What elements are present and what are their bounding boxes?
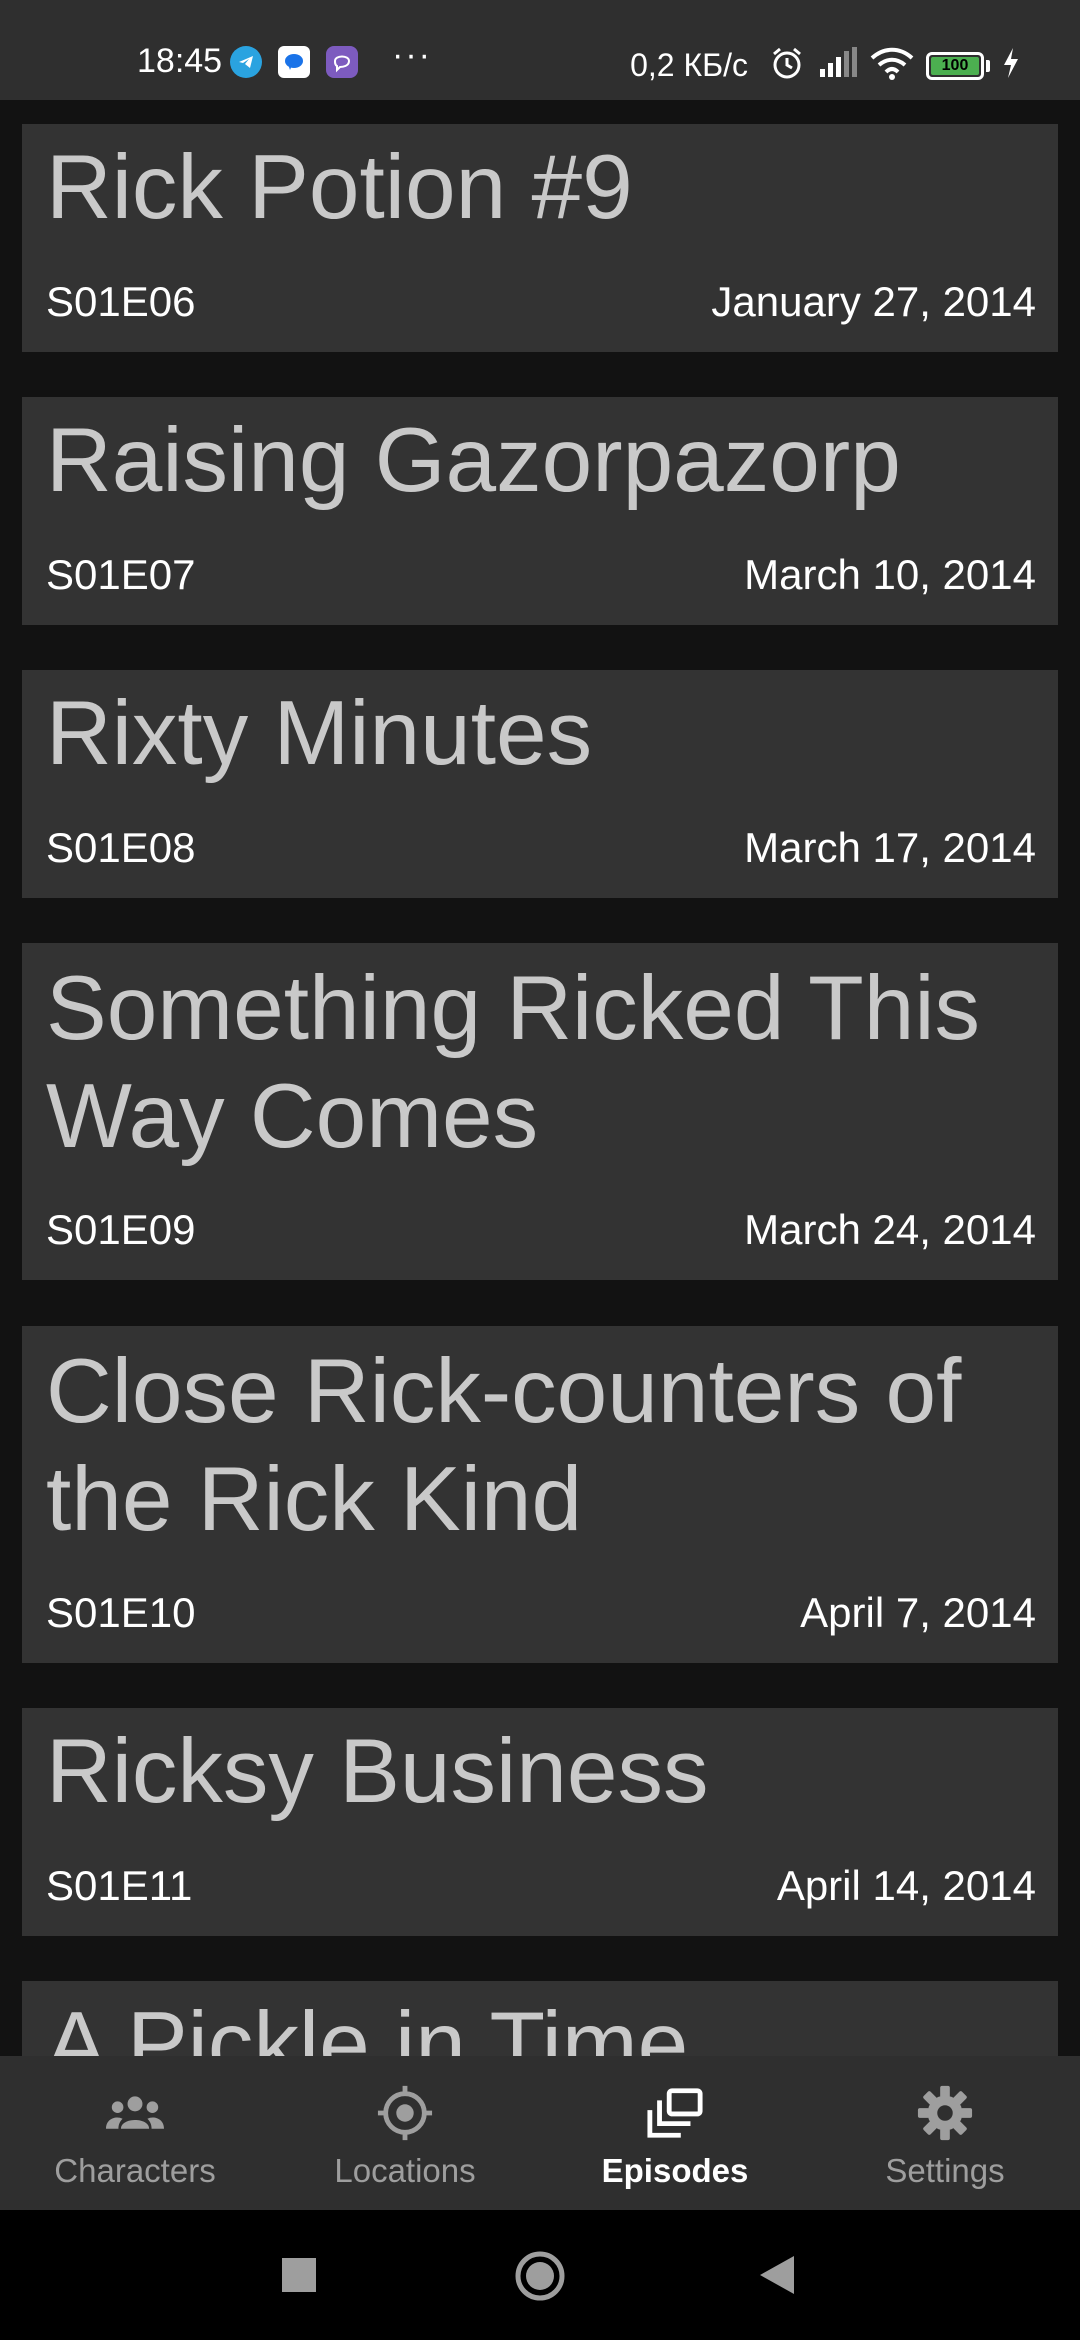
recent-apps-button[interactable] [282, 2258, 316, 2297]
episode-card[interactable]: A Pickle in Time [22, 1981, 1058, 2056]
episodes-stack-icon [646, 2084, 704, 2142]
episode-card[interactable]: Ricksy Business S01E11 April 14, 2014 [22, 1708, 1058, 1936]
episode-title: Rixty Minutes [46, 683, 593, 784]
notification-icons: ··· [230, 36, 432, 78]
telegram-icon [230, 46, 262, 78]
nav-characters-label: Characters [54, 2152, 216, 2189]
status-right: 0,2 КБ/с 100 [630, 44, 1020, 87]
people-icon [106, 2084, 164, 2142]
episode-card[interactable]: Raising Gazorpazorp S01E07 March 10, 201… [22, 397, 1058, 625]
nav-episodes[interactable]: Episodes [540, 2056, 810, 2210]
location-target-icon [376, 2084, 434, 2142]
nav-locations[interactable]: Locations [270, 2056, 540, 2210]
nav-characters[interactable]: Characters [0, 2056, 270, 2210]
episode-title: Rick Potion #9 [46, 137, 633, 238]
episode-code: S01E10 [46, 1589, 196, 1636]
signal-icon [818, 47, 858, 84]
episode-code: S01E11 [46, 1862, 193, 1909]
nav-episodes-label: Episodes [601, 2152, 749, 2189]
episode-code: S01E06 [46, 278, 196, 325]
episode-title: Something Ricked This Way Comes [46, 958, 981, 1167]
episode-code: S01E07 [46, 551, 196, 598]
episode-air-date: March 17, 2014 [744, 824, 1036, 871]
episode-air-date: March 10, 2014 [744, 551, 1036, 598]
episode-air-date: March 24, 2014 [744, 1206, 1036, 1253]
viber-icon [326, 46, 358, 78]
gear-icon [916, 2084, 974, 2142]
episode-code: S01E09 [46, 1206, 196, 1253]
episode-air-date: April 7, 2014 [800, 1589, 1036, 1636]
network-speed: 0,2 КБ/с [630, 47, 748, 83]
alarm-icon [768, 44, 806, 87]
more-notifications-icon: ··· [392, 35, 432, 74]
status-bar: 18:45 ··· 0,2 КБ/с 100 [0, 0, 1080, 100]
episode-air-date: January 27, 2014 [711, 278, 1036, 325]
episode-list[interactable]: Rick Potion #9 S01E06 January 27, 2014 R… [0, 100, 1080, 2056]
nav-settings[interactable]: Settings [810, 2056, 1080, 2210]
home-button[interactable] [514, 2250, 566, 2307]
messages-icon [278, 46, 310, 78]
episode-title: Close Rick-counters of the Rick Kind [46, 1341, 962, 1550]
nav-locations-label: Locations [334, 2152, 476, 2189]
episode-title: Raising Gazorpazorp [46, 410, 901, 511]
status-time: 18:45 [137, 42, 223, 80]
nav-settings-label: Settings [885, 2152, 1005, 2189]
charging-icon [1002, 48, 1020, 83]
episode-card[interactable]: Rick Potion #9 S01E06 January 27, 2014 [22, 124, 1058, 352]
episode-code: S01E08 [46, 824, 196, 871]
episode-title: Ricksy Business [46, 1721, 709, 1822]
episode-card[interactable]: Rixty Minutes S01E08 March 17, 2014 [22, 670, 1058, 898]
back-button[interactable] [760, 2256, 794, 2299]
wifi-icon [870, 46, 914, 85]
episode-card[interactable]: Something Ricked This Way Comes S01E09 M… [22, 943, 1058, 1280]
episode-title: A Pickle in Time [46, 1994, 689, 2056]
episode-card[interactable]: Close Rick-counters of the Rick Kind S01… [22, 1326, 1058, 1663]
episode-air-date: April 14, 2014 [776, 1862, 1036, 1909]
battery-level: 100 [941, 56, 969, 74]
system-navigation-bar [0, 2210, 1080, 2340]
battery-icon: 100 [926, 51, 984, 80]
bottom-navigation: Characters Locations Episodes Settings [0, 2056, 1080, 2210]
